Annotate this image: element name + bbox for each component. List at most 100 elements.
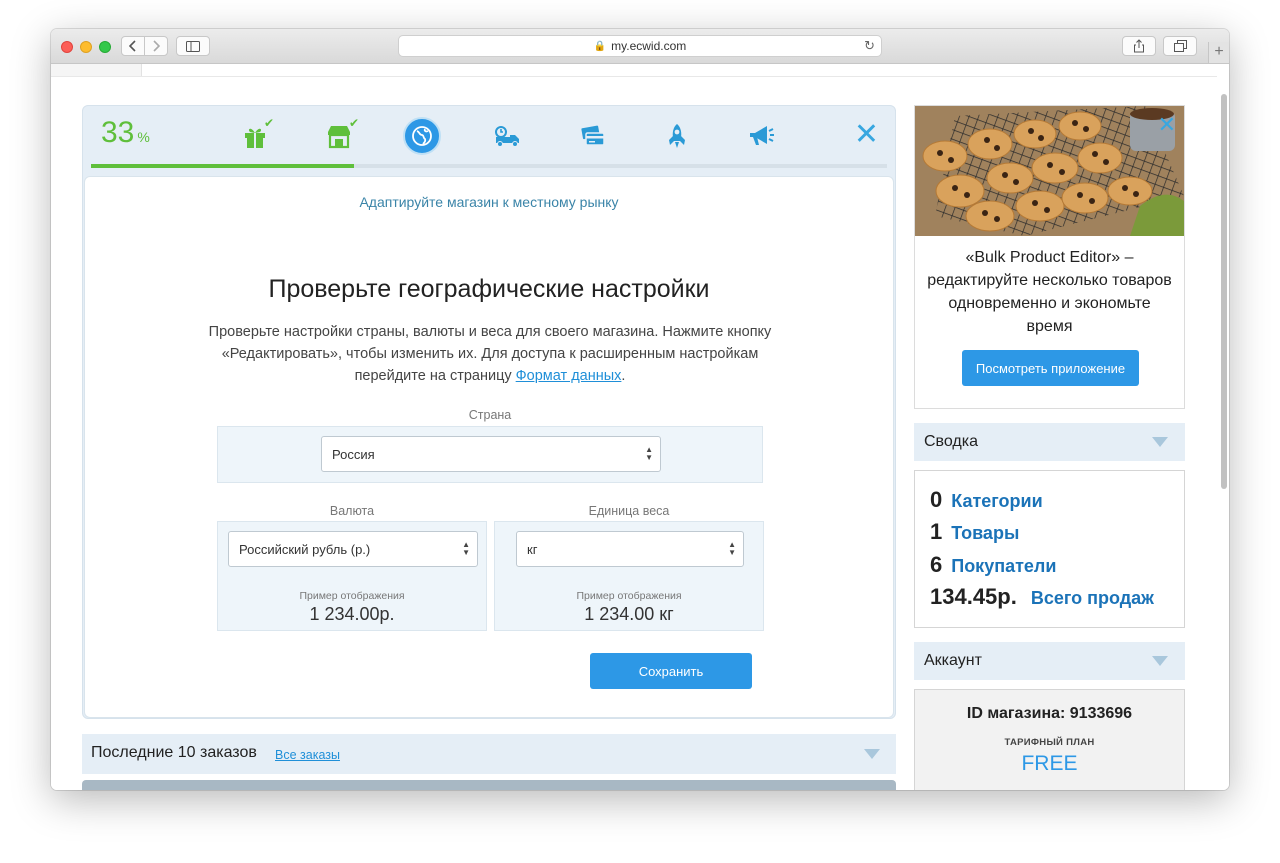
weight-example-label: Пример отображения [576,590,682,602]
data-format-link[interactable]: Формат данных [516,368,622,384]
currency-value: Российский рубль (р.) [239,541,371,557]
plan-label: ТАРИФНЫЙ ПЛАН [1004,737,1095,748]
save-button[interactable]: Сохранить [590,653,752,689]
page-scrollbar[interactable] [1221,94,1227,489]
all-orders-link[interactable]: Все заказы [275,748,340,762]
progress-value: 33 [101,116,135,149]
step-description: Проверьте настройки страны, валюты и вес… [195,321,785,387]
country-select[interactable]: Россия ▲ ▼ [321,436,661,472]
share-button[interactable] [1122,36,1156,56]
stat-number: 0 [930,487,943,512]
weight-value: кг [527,541,538,557]
new-tab-button[interactable]: + [1208,42,1229,63]
stat-number: 1 [930,519,943,544]
chevron-left-icon [129,40,136,52]
weight-select[interactable]: кг ▲ ▼ [516,531,744,567]
sidebar-icon [186,40,200,52]
description-end: . [621,368,626,384]
currency-example-label: Пример отображения [299,590,405,602]
close-window-button[interactable] [61,41,73,53]
recent-orders-header[interactable]: Последние 10 заказов Все заказы [82,734,896,774]
geo-settings-panel: Адаптируйте магазин к местному рынку Про… [84,176,894,718]
cookies-image: ✕ [915,106,1184,236]
tabs-overview-button[interactable] [1163,36,1197,56]
stat-row-customers[interactable]: 6 Покупатели [930,552,1056,580]
step-payment[interactable] [577,120,609,152]
page-viewport: 33% ✔ ✔ ✕ Адаптируйте магазин к местному… [51,64,1229,790]
stat-row-products[interactable]: 1 Товары [930,519,1019,547]
select-arrows-icon: ▲ ▼ [462,540,470,557]
stat-row-categories[interactable]: 0 Категории [930,487,1043,515]
top-nav-strip [51,64,1217,77]
stat-link-sales[interactable]: Всего продаж [1031,588,1154,609]
onboarding-card: 33% ✔ ✔ ✕ Адаптируйте магазин к местному… [82,105,896,719]
forward-button[interactable] [144,36,168,56]
address-url: my.ecwid.com [611,39,687,53]
zoom-window-button[interactable] [99,41,111,53]
description-text: Проверьте настройки страны, валюты и вес… [208,324,772,384]
view-app-button[interactable]: Посмотреть приложение [962,350,1139,386]
select-arrows-icon: ▲ ▼ [728,540,736,557]
progress-percent: 33% [101,116,150,150]
store-id: ID магазина: 9133696 [966,705,1133,722]
browser-window: 🔒 my.ecwid.com ↻ + 33% ✔ ✔ ✕ Адаптируйте… [51,29,1229,790]
account-header[interactable]: Аккаунт [914,642,1185,680]
step-launch[interactable] [661,120,693,152]
delivery-truck-icon [495,126,519,147]
step-promote[interactable] [745,120,777,152]
step-shipping[interactable] [491,120,523,152]
weight-label: Единица веса [588,504,670,518]
weight-example-value: 1 234.00 кг [584,604,674,624]
plan-name[interactable]: FREE [915,752,1184,776]
promo-text: «Bulk Product Editor» – редактируйте нес… [927,249,1172,335]
currency-example-value: 1 234.00р. [309,604,395,624]
summary-header[interactable]: Сводка [914,423,1185,461]
step-done-check-icon: ✔ [264,116,275,130]
stat-number: 6 [930,552,943,577]
megaphone-icon [750,126,774,145]
minimize-window-button[interactable] [80,41,92,53]
country-value: Россия [332,446,375,462]
account-title: Аккаунт [924,652,982,669]
sidebar-toggle-button[interactable] [176,36,210,56]
stat-link-customers[interactable]: Покупатели [951,556,1056,577]
currency-label: Валюта [329,504,375,518]
stat-row-sales[interactable]: 134.45р. Всего продаж [930,584,1154,612]
step-subtitle: Адаптируйте магазин к местному рынку [359,194,619,210]
recent-orders-title: Последние 10 заказов [91,744,257,761]
step-geo-active[interactable] [403,117,441,155]
account-panel: ID магазина: 9133696 ТАРИФНЫЙ ПЛАН FREE [914,689,1185,790]
lock-icon: 🔒 [593,40,607,52]
weight-panel: кг ▲ ▼ Пример отображения 1 234.00 кг [494,521,764,631]
currency-select[interactable]: Российский рубль (р.) ▲ ▼ [228,531,478,567]
summary-title: Сводка [924,433,979,450]
stat-number: 134.45р. [930,584,1017,609]
currency-panel: Российский рубль (р.) ▲ ▼ Пример отображе… [217,521,487,631]
tabs-icon [1173,40,1187,52]
chevron-right-icon [153,40,160,52]
cookies-illustration [915,106,1184,236]
close-onboarding-icon[interactable]: ✕ [854,120,879,150]
summary-stats: 0 Категории 1 Товары 6 Покупатели 134.45… [914,470,1185,628]
page-title: Проверьте географические настройки [268,275,710,303]
collapse-triangle-icon[interactable] [1152,437,1168,447]
stat-link-products[interactable]: Товары [951,523,1019,544]
progress-bar-fill [91,164,354,168]
select-arrows-icon: ▲ ▼ [645,445,653,462]
collapse-triangle-icon[interactable] [864,749,880,759]
close-promo-icon[interactable]: ✕ [1158,112,1176,138]
country-panel: Россия ▲ ▼ [217,426,763,483]
stat-link-categories[interactable]: Категории [951,491,1042,512]
back-button[interactable] [121,36,145,56]
progress-unit: % [137,129,150,145]
reload-icon[interactable]: ↻ [864,38,875,54]
share-icon [1134,39,1144,53]
address-bar[interactable]: 🔒 my.ecwid.com ↻ [398,35,882,57]
credit-card-icon [581,125,605,146]
app-promo-card: ✕ «Bulk Product Editor» – редактируйте н… [914,105,1185,409]
browser-toolbar: 🔒 my.ecwid.com ↻ + [51,29,1229,64]
rocket-icon [669,124,685,148]
globe-icon [412,126,432,146]
collapse-triangle-icon[interactable] [1152,656,1168,666]
progress-bar [91,164,887,168]
